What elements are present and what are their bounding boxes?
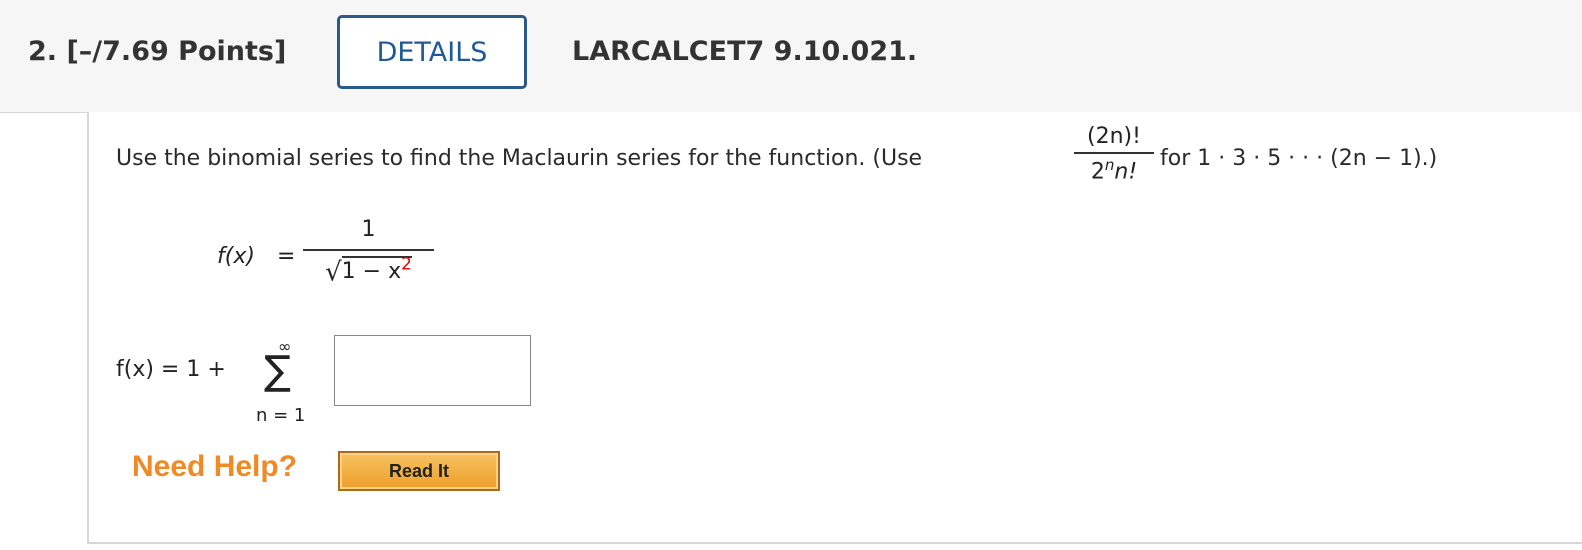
answer-input[interactable] <box>334 335 531 406</box>
details-button[interactable]: DETAILS <box>337 15 527 89</box>
sum-lower-limit: n = 1 <box>256 405 306 426</box>
question-body <box>87 112 1582 544</box>
equals-sign: = <box>277 244 296 269</box>
exponent: 2 <box>401 255 412 275</box>
summation-icon: ∑ <box>264 348 291 394</box>
hint-numerator: (2n)! <box>1074 124 1154 154</box>
problem-prompt-tail: for 1 · 3 · 5 · · · (2n − 1).) <box>1160 146 1438 171</box>
series-lhs: f(x) = 1 + <box>116 357 226 382</box>
need-help-label: Need Help? <box>132 450 298 483</box>
read-it-button[interactable]: Read It <box>338 451 500 491</box>
question-header: 2. [–/7.69 Points] DETAILS LARCALCET7 9.… <box>0 0 1582 113</box>
hint-fraction: (2n)! 2nn! <box>1074 124 1154 184</box>
function-numerator: 1 <box>303 217 434 251</box>
function-lhs: f(x) <box>217 244 255 269</box>
question-points-label: 2. [–/7.69 Points] <box>28 36 287 67</box>
problem-prompt: Use the binomial series to find the Macl… <box>116 146 923 171</box>
sqrt-symbol: √ <box>325 257 342 288</box>
hint-denominator: 2nn! <box>1090 156 1138 185</box>
function-fraction: 1 √1 − x2 <box>303 217 434 287</box>
problem-reference: LARCALCET7 9.10.021. <box>572 36 918 67</box>
function-denominator: √1 − x2 <box>325 255 412 288</box>
